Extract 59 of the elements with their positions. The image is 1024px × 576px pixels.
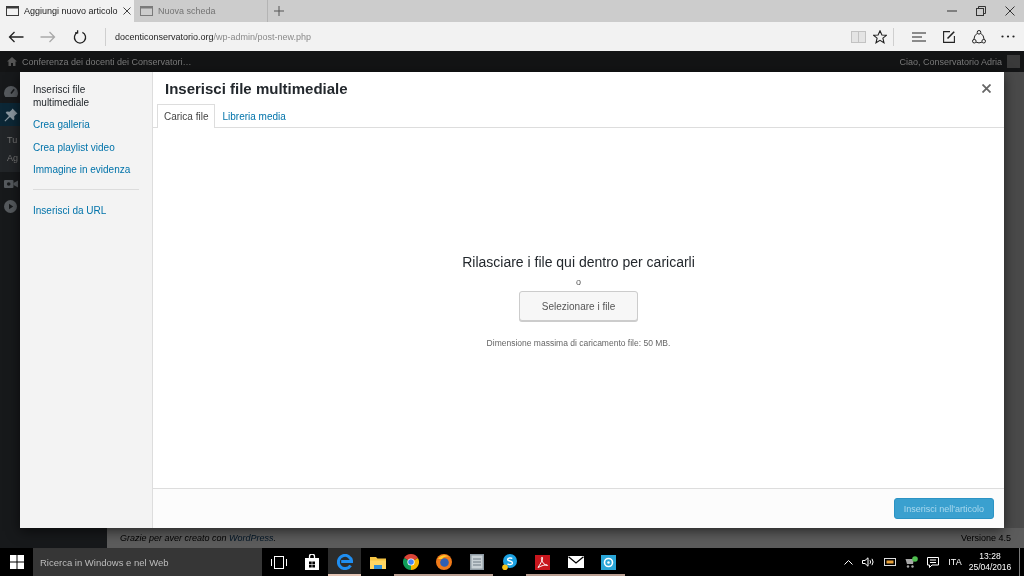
loop-tile-icon — [535, 554, 550, 570]
tricolor-circle-icon — [402, 554, 419, 570]
restore-icon[interactable] — [975, 6, 986, 16]
close-icon[interactable] — [982, 83, 991, 93]
refresh-icon[interactable] — [73, 29, 87, 44]
drop-instructions: Rilasciare i file qui dentro per caricarli — [462, 253, 695, 271]
modal-tab[interactable]: Libreria media — [215, 104, 293, 128]
browser-swirl-icon — [336, 554, 353, 570]
pin-icon — [4, 107, 18, 122]
tab-page-icon — [6, 6, 19, 16]
more-icon[interactable] — [1001, 35, 1015, 38]
globe-flame-icon — [435, 554, 452, 570]
input-language-indicator[interactable]: ITA — [948, 557, 962, 567]
footer-thanks: Grazie per aver creato con WordPress. — [120, 533, 277, 543]
play-circle-icon — [4, 200, 17, 213]
modal-title: Inserisci file multimediale — [165, 79, 348, 97]
pen-square-icon[interactable] — [943, 30, 955, 43]
ring-tile-icon — [601, 554, 616, 570]
version-text: Versione 4.5 — [960, 533, 1011, 543]
admin-menu-item[interactable] — [0, 103, 20, 126]
tab-page-icon — [140, 6, 153, 16]
modal-tab[interactable]: Carica file — [157, 104, 216, 128]
home-icon[interactable] — [7, 57, 17, 66]
star-icon[interactable] — [873, 29, 887, 44]
wordpress-link[interactable]: WordPress — [229, 533, 274, 543]
chevron-up-icon[interactable] — [843, 559, 853, 565]
close-icon[interactable] — [122, 7, 131, 15]
speaker-icon[interactable] — [862, 557, 875, 567]
cart-badge-icon[interactable] — [904, 556, 918, 568]
taskbar-clock[interactable]: 13:28 25/04/2016 — [967, 548, 1013, 576]
submenu-link[interactable]: Ag — [0, 149, 20, 167]
search-field[interactable]: Ricerca in Windows e nel Web — [33, 548, 262, 576]
select-files-button[interactable]: Selezionare i file — [519, 291, 638, 321]
envelope-icon — [567, 556, 584, 568]
chat-cloud-icon — [501, 554, 518, 570]
plus-icon[interactable] — [274, 6, 284, 16]
browser-tab[interactable]: Aggiungi nuovo articolo — [0, 0, 134, 22]
taskbar-app-button[interactable] — [328, 548, 361, 576]
share-icon[interactable] — [972, 29, 986, 44]
battery-icon[interactable] — [883, 558, 896, 566]
sidebar-menu-item[interactable]: Inserisci da URL — [33, 199, 136, 222]
document-icon — [469, 554, 484, 570]
task-view-icon[interactable] — [270, 555, 287, 569]
close-icon[interactable] — [1004, 6, 1015, 16]
sidebar-menu-item[interactable]: Crea playlist video — [33, 136, 136, 159]
shopping-bag-icon — [304, 554, 319, 570]
sidebar-menu-item[interactable]: Immagine in evidenza — [33, 158, 136, 181]
notification-icon[interactable] — [926, 556, 939, 568]
or-separator: o — [576, 276, 581, 288]
back-arrow-icon[interactable] — [8, 30, 24, 43]
submenu-link[interactable]: Tu — [0, 131, 20, 149]
folder-icon — [369, 555, 386, 569]
greeting-link[interactable]: Ciao, Conservatorio Adria — [899, 56, 1002, 67]
lines-icon[interactable] — [912, 31, 926, 42]
start-menu-icon[interactable] — [9, 555, 24, 569]
max-upload-size: Dimensione massima di caricamento file: 50 MB. — [486, 338, 671, 348]
site-name-link[interactable]: Conferenza dei docenti dei Conservatori… — [22, 56, 192, 67]
sidebar-menu-item[interactable]: Crea galleria — [33, 113, 136, 136]
sidebar-menu-item[interactable]: Inserisci file multimediale — [33, 78, 136, 114]
